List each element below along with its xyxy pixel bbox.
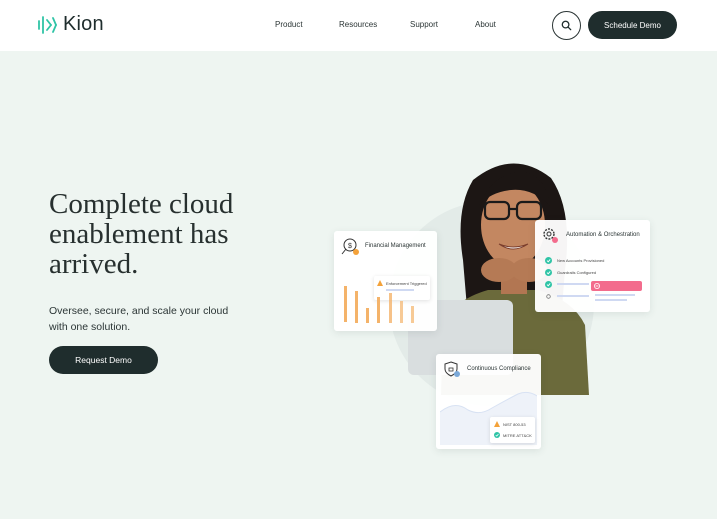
automation-card-title: Automation & Orchestration xyxy=(566,232,640,238)
enforcement-alert: Enforcement Triggered xyxy=(374,276,430,300)
search-icon xyxy=(561,20,572,31)
action-pill xyxy=(591,281,642,291)
check-icon xyxy=(494,432,500,438)
progress-line xyxy=(557,283,589,285)
alert-line xyxy=(386,289,414,291)
check-icon xyxy=(545,257,552,264)
spend-bar xyxy=(366,308,369,323)
continuous-compliance-card: Continuous Compliance NIST 800-53 MITRE … xyxy=(436,354,541,449)
shield-lock-icon xyxy=(444,361,460,377)
warning-icon xyxy=(494,421,500,427)
schedule-demo-button[interactable]: Schedule Demo xyxy=(588,11,677,39)
compliance-item-1: NIST 800-53 xyxy=(503,422,526,427)
financial-card-title: Financial Management xyxy=(365,243,426,249)
nav-item-product[interactable]: Product xyxy=(275,20,303,29)
gear-icon xyxy=(543,228,558,243)
automation-orchestration-card: Automation & Orchestration New Accounts … xyxy=(535,220,650,312)
hero-subtitle: Oversee, secure, and scale your cloud wi… xyxy=(49,305,229,333)
stop-icon xyxy=(594,283,600,289)
sun-icon xyxy=(546,294,551,299)
hero-title: Complete cloud enablement has arrived. xyxy=(49,188,234,280)
compliance-card-title: Continuous Compliance xyxy=(467,366,531,372)
kion-logo-mark-icon xyxy=(38,15,57,34)
search-button[interactable] xyxy=(552,11,581,40)
spend-bar xyxy=(344,286,347,322)
warning-icon xyxy=(377,280,383,286)
nav-item-resources[interactable]: Resources xyxy=(339,20,377,29)
nav-item-support[interactable]: Support xyxy=(410,20,438,29)
spend-bar xyxy=(400,301,403,323)
automation-item-1: New Accounts Provisioned xyxy=(557,258,605,263)
spend-bar xyxy=(377,297,380,323)
spend-bar xyxy=(355,291,358,323)
automation-item-2: Guardrails Configured xyxy=(557,270,597,275)
spend-bar xyxy=(411,306,414,323)
logo-text: Kion xyxy=(63,13,104,35)
check-icon xyxy=(545,269,552,276)
enforcement-alert-label: Enforcement Triggered xyxy=(386,281,427,286)
site-header: Kion Product Resources Support About Sch… xyxy=(0,0,717,51)
kion-logo[interactable]: Kion xyxy=(37,13,104,36)
compliance-item-2: MITRE ATT&CK xyxy=(503,433,532,438)
progress-line xyxy=(595,299,627,301)
financial-management-card: $ Financial Management Enforcement Trigg… xyxy=(334,231,437,331)
nav-item-about[interactable]: About xyxy=(475,20,496,29)
svg-text:$: $ xyxy=(348,243,352,250)
check-icon xyxy=(545,281,552,288)
progress-line xyxy=(595,294,635,296)
request-demo-button[interactable]: Request Demo xyxy=(49,346,158,374)
progress-line xyxy=(557,295,589,297)
compliance-frameworks-list: NIST 800-53 MITRE ATT&CK xyxy=(490,417,535,443)
spend-bar xyxy=(389,293,392,323)
dollar-search-icon: $ xyxy=(341,238,359,255)
